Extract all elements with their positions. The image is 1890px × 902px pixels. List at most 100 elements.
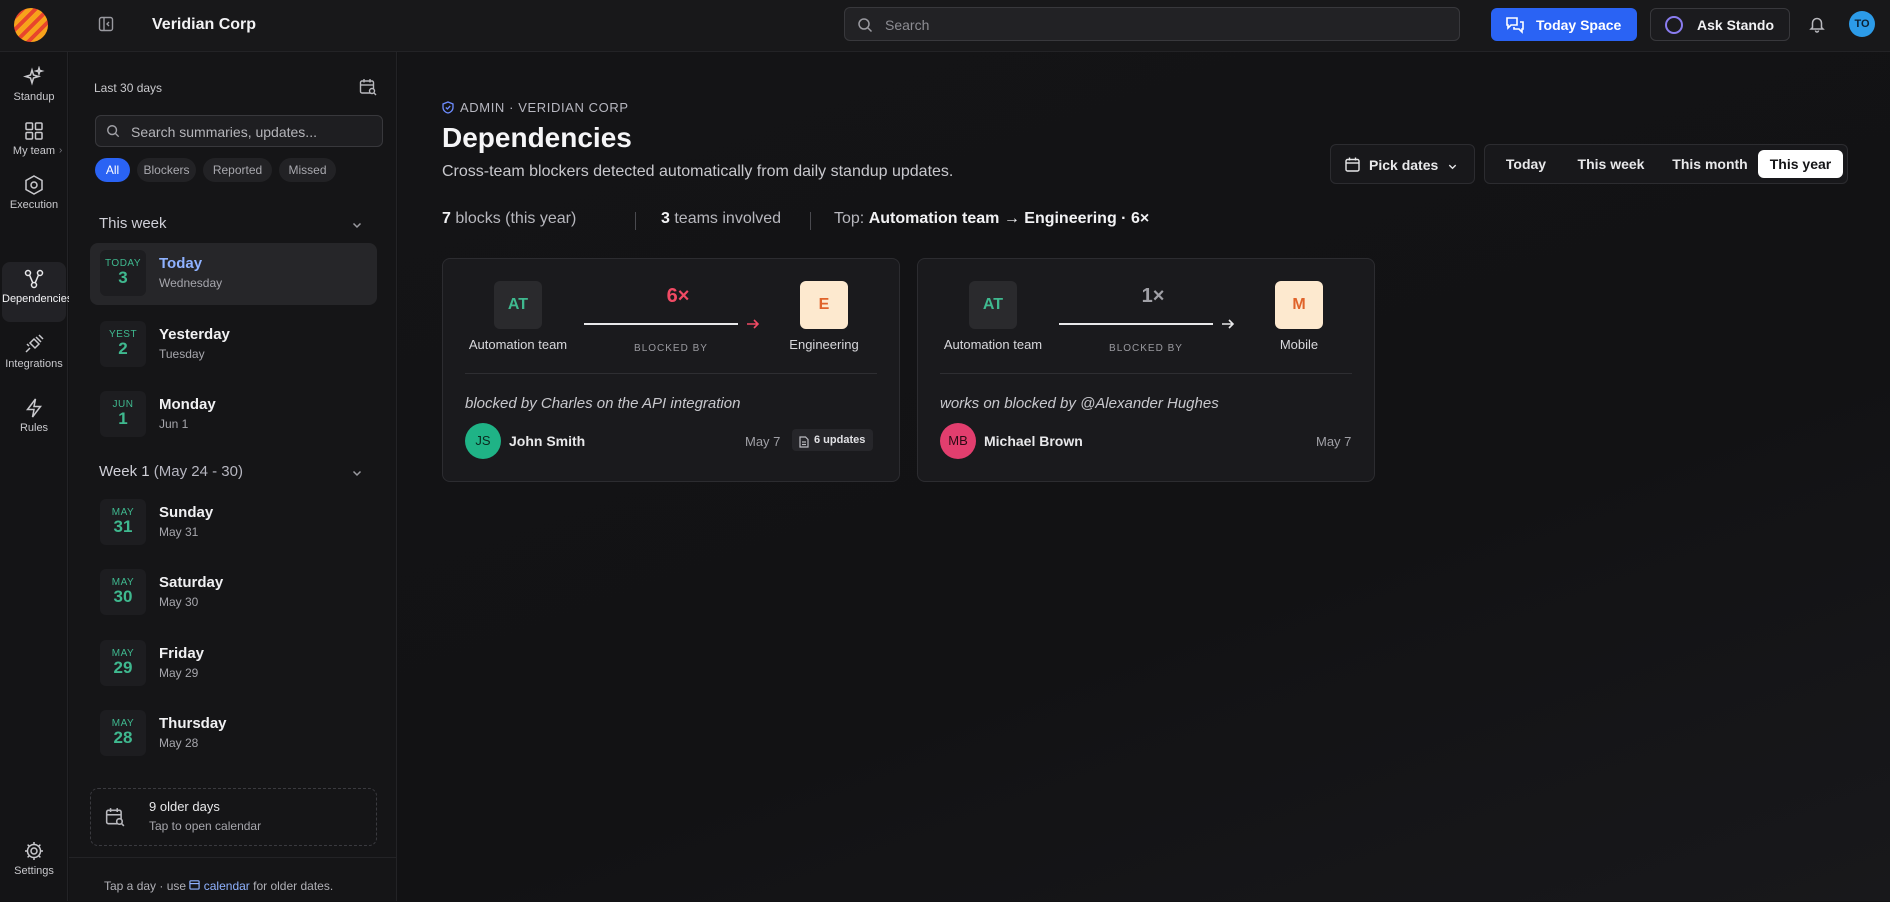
calendar-icon bbox=[189, 880, 201, 890]
period-this-week[interactable]: This week bbox=[1565, 150, 1657, 178]
section-heading: Week 1 bbox=[99, 463, 150, 480]
person-name: John Smith bbox=[509, 433, 586, 449]
notifications-bell-icon[interactable] bbox=[1808, 15, 1826, 33]
older-days-sub: Tap to open calendar bbox=[149, 819, 262, 833]
pick-dates-button[interactable]: Pick dates bbox=[1330, 144, 1475, 184]
sidebar-footer: Tap a day · use calendar for older dates… bbox=[69, 857, 396, 902]
rail-item-settings[interactable]: Settings bbox=[0, 840, 68, 896]
period-this-month[interactable]: This month bbox=[1661, 150, 1759, 178]
day-date-tile: MAY 29 bbox=[100, 640, 146, 686]
day-sub: Tuesday bbox=[159, 347, 205, 361]
range-label: Last 30 days bbox=[94, 81, 163, 95]
calendar-link-label: calendar bbox=[203, 879, 250, 893]
period-this-year[interactable]: This year bbox=[1758, 150, 1843, 178]
chevron-down-icon bbox=[1447, 159, 1458, 170]
team-name-from: Automation team bbox=[943, 337, 1043, 352]
chevron-down-icon[interactable] bbox=[351, 218, 363, 230]
document-icon bbox=[799, 434, 809, 448]
day-sub: May 28 bbox=[159, 736, 199, 750]
stat-value: 3 bbox=[661, 210, 670, 227]
day-number: 1 bbox=[118, 409, 128, 428]
stat-top-pair: Top: Automation team → Engineering · 6× bbox=[834, 210, 1149, 228]
day-date-tile: MAY 31 bbox=[100, 499, 146, 545]
team-name-from: Automation team bbox=[468, 337, 568, 352]
filter-chip-blockers[interactable]: Blockers bbox=[137, 158, 196, 182]
day-number: 30 bbox=[113, 587, 133, 606]
user-avatar[interactable]: TO bbox=[1849, 11, 1875, 37]
card-date: May 7 bbox=[1316, 434, 1352, 449]
calendar-link[interactable]: calendar bbox=[189, 879, 253, 893]
dependency-card[interactable]: AT Automation team 6× BLOCKED BY E Engin… bbox=[442, 258, 900, 482]
filter-chip-reported[interactable]: Reported bbox=[203, 158, 272, 182]
block-count: 6× bbox=[666, 285, 690, 307]
day-sub: May 31 bbox=[159, 525, 199, 539]
breadcrumb: ADMIN · VERIDIAN CORP bbox=[442, 100, 629, 115]
stat-divider bbox=[635, 212, 636, 230]
days-sidebar: Last 30 days Search summaries, updates..… bbox=[69, 52, 397, 901]
gear-icon bbox=[25, 842, 43, 860]
day-item-friday[interactable]: MAY 29 Friday May 29 bbox=[90, 633, 377, 695]
hexagon-icon bbox=[25, 175, 43, 195]
filter-chip-all[interactable]: All bbox=[95, 158, 130, 182]
dependency-card[interactable]: AT Automation team 1× BLOCKED BY M Mobil… bbox=[917, 258, 1375, 482]
day-number: 29 bbox=[113, 658, 133, 677]
relation-label: BLOCKED BY bbox=[1109, 343, 1183, 354]
period-selector: Today This week This month This year bbox=[1484, 144, 1848, 184]
filter-chip-missed[interactable]: Missed bbox=[279, 158, 336, 182]
shield-icon bbox=[442, 101, 454, 114]
person-avatar: MB bbox=[940, 423, 976, 459]
page-description: Cross-team blockers detected automatical… bbox=[442, 163, 954, 180]
team-name-to: Engineering bbox=[789, 337, 859, 352]
card-divider bbox=[465, 373, 877, 374]
day-item-yesterday[interactable]: YEST 2 Yesterday Tuesday bbox=[90, 314, 377, 376]
team-tile-from: AT bbox=[494, 281, 542, 329]
rail-item-integrations[interactable]: Integrations bbox=[0, 333, 68, 389]
rail-item-dependencies[interactable]: Dependencies bbox=[2, 262, 72, 322]
stat-label: blocks (this year) bbox=[455, 210, 577, 227]
team-tile-from: AT bbox=[969, 281, 1017, 329]
blocker-quote: blocked by Charles on the API integratio… bbox=[465, 395, 741, 412]
section-this-week[interactable]: This week bbox=[99, 215, 167, 232]
rail-item-execution[interactable]: Execution bbox=[0, 174, 68, 230]
rail-label: Integrations bbox=[5, 358, 63, 370]
sidebar-collapse-icon[interactable] bbox=[98, 16, 114, 32]
sparkle-icon bbox=[23, 66, 45, 86]
chevron-down-icon[interactable] bbox=[351, 466, 363, 478]
search-icon bbox=[106, 124, 120, 138]
org-name[interactable]: Veridian Corp bbox=[152, 16, 256, 34]
ask-stando-label: Ask Stando bbox=[1697, 17, 1775, 33]
pick-dates-label: Pick dates bbox=[1369, 157, 1439, 173]
relation-line bbox=[1059, 323, 1213, 325]
rail-item-standup[interactable]: Standup bbox=[0, 66, 68, 122]
day-item-today[interactable]: TODAY 3 Today Wednesday bbox=[90, 243, 377, 305]
search-placeholder: Search bbox=[885, 17, 930, 33]
day-sub: May 30 bbox=[159, 595, 199, 609]
day-number: 28 bbox=[113, 728, 133, 747]
sidebar-search-input[interactable]: Search summaries, updates... bbox=[95, 115, 383, 147]
day-item-thursday[interactable]: MAY 28 Thursday May 28 bbox=[90, 703, 377, 765]
today-space-button[interactable]: Today Space bbox=[1491, 8, 1637, 41]
updates-count: 6 updates bbox=[814, 434, 866, 446]
stat-value: 7 bbox=[442, 210, 451, 227]
section-week-1[interactable]: Week 1 (May 24 - 30) bbox=[99, 463, 243, 480]
rail-item-my-team[interactable]: My team bbox=[0, 120, 68, 176]
period-today[interactable]: Today bbox=[1491, 150, 1561, 178]
brand-logo[interactable] bbox=[14, 8, 48, 42]
day-item-monday[interactable]: JUN 1 Monday Jun 1 bbox=[90, 384, 377, 446]
older-days-button[interactable]: 9 older days Tap to open calendar bbox=[90, 788, 377, 846]
top-bar: Veridian Corp Search Today Space Ask Sta… bbox=[0, 0, 1890, 52]
team-tile-to: M bbox=[1275, 281, 1323, 329]
updates-badge[interactable]: 6 updates bbox=[792, 429, 874, 451]
nav-rail: Standup › My team Execution Dependencies… bbox=[0, 52, 72, 901]
day-sub: Wednesday bbox=[159, 276, 223, 290]
rail-item-rules[interactable]: Rules bbox=[0, 397, 68, 453]
section-heading: This week bbox=[99, 215, 167, 232]
breadcrumb-text: ADMIN · VERIDIAN CORP bbox=[460, 100, 629, 115]
day-number: 31 bbox=[113, 517, 133, 536]
day-item-sunday[interactable]: MAY 31 Sunday May 31 bbox=[90, 492, 377, 554]
calendar-search-icon[interactable] bbox=[359, 78, 377, 96]
day-name: Yesterday bbox=[159, 326, 230, 343]
ask-stando-button[interactable]: Ask Stando bbox=[1650, 8, 1790, 41]
global-search-input[interactable]: Search bbox=[844, 7, 1460, 41]
day-item-saturday[interactable]: MAY 30 Saturday May 30 bbox=[90, 562, 377, 624]
